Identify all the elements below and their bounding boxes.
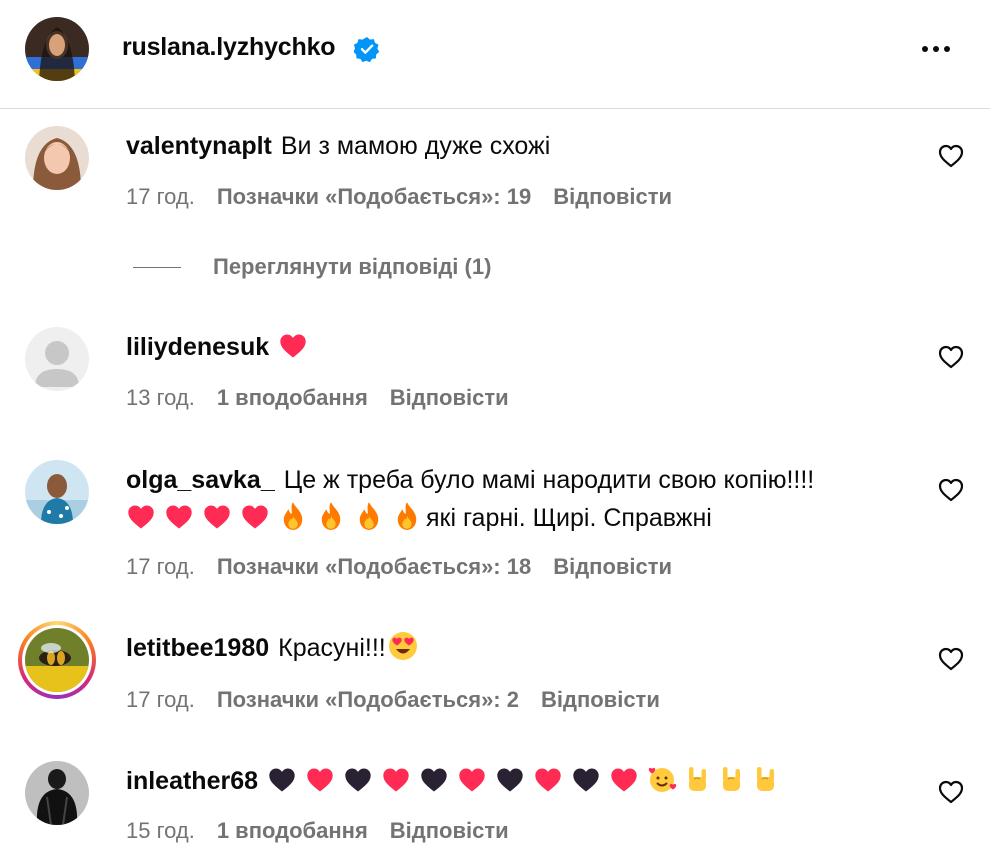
comment-text-line-2: які гарні. Щирі. Справжні (126, 500, 712, 537)
fire-icon (392, 501, 422, 531)
like-heart-icon[interactable] (938, 345, 964, 369)
comment-likes[interactable]: Позначки «Подобається»: 19 (217, 184, 531, 209)
red-heart-icon (278, 332, 308, 360)
black-heart-icon (495, 766, 525, 794)
comment-time[interactable]: 13 год. (126, 385, 195, 410)
comment-avatar[interactable] (25, 126, 89, 190)
comment-text-line: letitbee1980 Красуні!!! (126, 630, 426, 667)
red-heart-icon (609, 766, 639, 794)
fire-icon (354, 501, 384, 531)
red-heart-icon (533, 766, 563, 794)
comment-meta: 17 год. Позначки «Подобається»: 2 Відповіс… (126, 687, 682, 713)
comment-avatar[interactable] (25, 327, 89, 391)
reply-button[interactable]: Відповісти (553, 184, 672, 209)
comment-username[interactable]: inleather68 (126, 767, 258, 795)
replies-divider (133, 267, 181, 268)
comment-emoji-row (267, 767, 787, 795)
comment-likes[interactable]: Позначки «Подобається»: 18 (217, 554, 531, 579)
comment-meta: 15 год. 1 вподобання Відповісти (126, 818, 531, 844)
comment-username[interactable]: liliydenesuk (126, 333, 269, 361)
like-heart-icon[interactable] (938, 144, 964, 168)
red-heart-icon (126, 503, 156, 531)
black-heart-icon (419, 766, 449, 794)
like-heart-icon[interactable] (938, 780, 964, 804)
smiling-hearts-icon (647, 764, 677, 794)
rock-on-icon (753, 764, 779, 794)
red-heart-icon (457, 766, 487, 794)
like-heart-icon[interactable] (938, 647, 964, 671)
red-heart-icon (381, 766, 411, 794)
comment-username[interactable]: olga_savka_ (126, 466, 275, 494)
comment-text-line: valentynaplt Ви з мамою дуже схожі (126, 128, 550, 165)
comment-username[interactable]: valentynaplt (126, 132, 272, 160)
black-heart-icon (343, 766, 373, 794)
verified-badge-icon (354, 37, 380, 62)
fire-icon (278, 501, 308, 531)
comment-likes[interactable]: Позначки «Подобається»: 2 (217, 687, 519, 712)
comment-text: Красуні!!! (278, 634, 386, 662)
comment-text-line: olga_savka_ Це ж треба було мамі народити… (126, 462, 814, 499)
fire-icon (316, 501, 346, 531)
comment-avatar[interactable] (25, 628, 89, 692)
comment-time[interactable]: 15 год. (126, 818, 195, 843)
comment-time[interactable]: 17 год. (126, 687, 195, 712)
comment-avatar[interactable] (25, 460, 89, 524)
comment-meta: 17 год. Позначки «Подобається»: 18 Відпові… (126, 554, 694, 580)
comment-time[interactable]: 17 год. (126, 554, 195, 579)
rock-on-icon (719, 764, 745, 794)
red-heart-icon (305, 766, 335, 794)
comment-likes[interactable]: 1 вподобання (217, 818, 368, 843)
red-heart-icon (240, 503, 270, 531)
more-options-icon[interactable] (916, 36, 956, 62)
comment-text-2: які гарні. Щирі. Справжні (426, 504, 712, 532)
black-heart-icon (571, 766, 601, 794)
post-header: ruslana.lyzhychko (0, 0, 990, 109)
heart-eyes-icon (388, 631, 418, 661)
view-replies-label[interactable]: Переглянути відповіді (1) (213, 254, 491, 280)
author-avatar[interactable] (25, 17, 89, 81)
red-heart-icon (164, 503, 194, 531)
reply-button[interactable]: Відповісти (390, 385, 509, 410)
comment-username[interactable]: letitbee1980 (126, 634, 269, 662)
red-heart-icon (202, 503, 232, 531)
reply-button[interactable]: Відповісти (541, 687, 660, 712)
comment-text-line: liliydenesuk (126, 329, 316, 366)
reply-button[interactable]: Відповісти (553, 554, 672, 579)
rock-on-icon (685, 764, 711, 794)
comment-time[interactable]: 17 год. (126, 184, 195, 209)
like-heart-icon[interactable] (938, 478, 964, 502)
comment-likes[interactable]: 1 вподобання (217, 385, 368, 410)
comment-meta: 13 год. 1 вподобання Відповісти (126, 385, 531, 411)
comment-meta: 17 год. Позначки «Подобається»: 19 Відпові… (126, 184, 694, 210)
comment-text-line: inleather68 (126, 763, 787, 800)
author-username[interactable]: ruslana.lyzhychko (122, 33, 336, 62)
comment-avatar[interactable] (25, 761, 89, 825)
comment-text: Ви з мамою дуже схожі (280, 132, 551, 160)
comment-text: Це ж треба було мамі народити свою копію… (283, 466, 815, 494)
reply-button[interactable]: Відповісти (390, 818, 509, 843)
black-heart-icon (267, 766, 297, 794)
